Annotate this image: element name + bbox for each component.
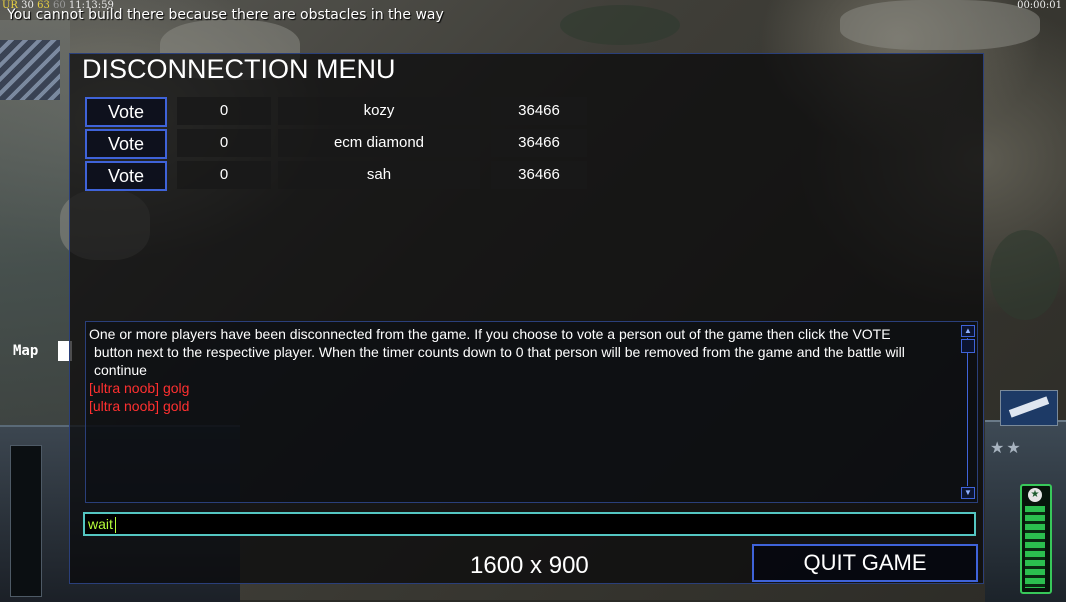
scroll-up-arrow-icon[interactable]: ▲ — [961, 325, 975, 337]
chat-line: [ultra noob] gold — [89, 398, 190, 414]
scrollbar-thumb[interactable] — [961, 339, 975, 353]
chat-input-value: wait — [88, 516, 113, 532]
chat-input[interactable]: wait — [83, 512, 976, 536]
player-id: 36466 — [491, 97, 587, 125]
player-vote-count: 0 — [177, 97, 271, 125]
terrain-structure — [0, 40, 60, 100]
build-warning-message: You cannot build there because there are… — [7, 7, 444, 23]
quit-game-button[interactable]: QUIT GAME — [752, 544, 978, 582]
text-caret — [114, 517, 116, 534]
system-message-line: button next to the respective player. Wh… — [94, 344, 905, 360]
vote-button[interactable]: Vote — [85, 129, 167, 159]
terrain-rock — [840, 0, 1040, 50]
terrain-trees — [990, 230, 1060, 320]
system-message-line: One or more players have been disconnect… — [89, 326, 891, 342]
hud-slot — [10, 445, 42, 597]
map-label: Map — [13, 343, 39, 359]
player-name: kozy — [278, 97, 480, 125]
player-vote-count: 0 — [177, 161, 271, 189]
vote-button[interactable]: Vote — [85, 161, 167, 191]
system-message-line: continue — [94, 362, 147, 378]
scroll-down-arrow-icon[interactable]: ▼ — [961, 487, 975, 499]
terrain-trees — [560, 5, 680, 45]
player-name: ecm diamond — [278, 129, 480, 157]
message-log[interactable]: One or more players have been disconnect… — [85, 321, 978, 503]
rank-stars-icon: ★★ — [990, 440, 1023, 457]
power-meter: ★ — [1020, 484, 1052, 594]
satellite-icon — [1000, 390, 1058, 426]
scrollbar-track — [967, 338, 968, 486]
player-id: 36466 — [491, 129, 587, 157]
message-log-text: One or more players have been disconnect… — [89, 325, 955, 415]
player-id: 36466 — [491, 161, 587, 189]
log-scrollbar[interactable]: ▲ ▼ — [960, 324, 976, 500]
player-vote-count: 0 — [177, 129, 271, 157]
power-bars — [1025, 506, 1045, 588]
resolution-label: 1600 x 900 — [470, 552, 589, 579]
dialog-title: DISCONNECTION MENU — [82, 54, 396, 84]
chat-line: [ultra noob] golg — [89, 380, 190, 396]
player-name: sah — [278, 161, 480, 189]
disconnection-dialog: DISCONNECTION MENU Vote 0 kozy 36466 Vot… — [69, 53, 984, 584]
faction-star-icon: ★ — [1028, 488, 1042, 502]
game-timer: 00:00:01 — [1017, 0, 1062, 11]
vote-button[interactable]: Vote — [85, 97, 167, 127]
